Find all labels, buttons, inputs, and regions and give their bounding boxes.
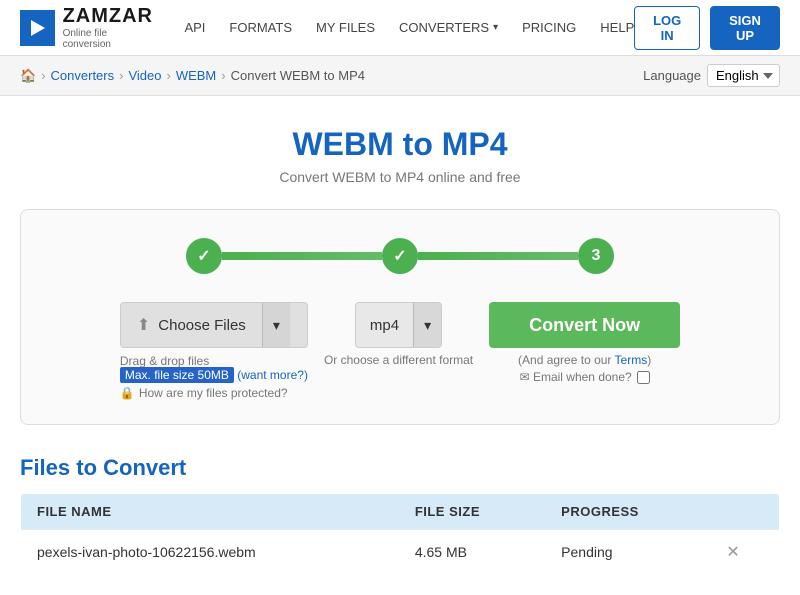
file-remove-cell[interactable]: ✕ bbox=[710, 530, 779, 575]
logo-text: ZAMZAR Online file conversion bbox=[63, 5, 155, 50]
convert-terms: (And agree to our Terms) bbox=[518, 353, 651, 367]
converters-dropdown-arrow: ▾ bbox=[493, 22, 498, 33]
nav-formats[interactable]: FORMATS bbox=[229, 20, 292, 35]
main-content: WEBM to MP4 Convert WEBM to MP4 online a… bbox=[0, 96, 800, 595]
header: ZAMZAR Online file conversion API FORMAT… bbox=[0, 0, 800, 56]
language-selector: Language English bbox=[643, 64, 780, 87]
breadcrumb-converters[interactable]: Converters bbox=[51, 68, 115, 83]
want-more-link[interactable]: (want more?) bbox=[237, 368, 308, 382]
logo-subtitle: Online file conversion bbox=[63, 28, 155, 50]
convert-now-button[interactable]: Convert Now bbox=[489, 302, 680, 348]
logo-brand: ZAMZAR bbox=[63, 5, 155, 28]
format-sub: Or choose a different format bbox=[324, 353, 473, 367]
nav: API FORMATS MY FILES CONVERTERS ▾ PRICIN… bbox=[184, 20, 634, 35]
terms-link[interactable]: Terms bbox=[615, 353, 648, 367]
lock-icon: 🔒 bbox=[120, 386, 135, 400]
page-subtitle: Convert WEBM to MP4 online and free bbox=[20, 169, 780, 185]
page-title: WEBM to MP4 bbox=[20, 126, 780, 163]
nav-myfiles[interactable]: MY FILES bbox=[316, 20, 375, 35]
breadcrumb-current: Convert WEBM to MP4 bbox=[231, 68, 365, 83]
col-filesize: FILE SIZE bbox=[399, 494, 545, 530]
choose-files-arrow-icon: ▾ bbox=[273, 317, 280, 334]
files-title-highlight: Convert bbox=[103, 455, 186, 480]
header-buttons: LOG IN SIGN UP bbox=[634, 6, 780, 50]
login-button[interactable]: LOG IN bbox=[634, 6, 700, 50]
format-value: mp4 bbox=[356, 317, 413, 334]
nav-help[interactable]: HELP bbox=[600, 20, 634, 35]
table-row: pexels-ivan-photo-10622156.webm 4.65 MB … bbox=[21, 530, 780, 575]
converter-box: ✓ ✓ 3 ⬆ Choose Files ▾ bbox=[20, 209, 780, 425]
breadcrumb-bar: 🏠 › Converters › Video › WEBM › Convert … bbox=[0, 56, 800, 96]
signup-button[interactable]: SIGN UP bbox=[710, 6, 780, 50]
col-filename: FILE NAME bbox=[21, 494, 399, 530]
breadcrumb-sep1: › bbox=[41, 68, 45, 83]
choose-files-main[interactable]: ⬆ Choose Files bbox=[121, 303, 262, 347]
breadcrumb-webm[interactable]: WEBM bbox=[176, 68, 216, 83]
format-dropdown-arrow[interactable]: ▾ bbox=[413, 303, 441, 347]
step-3: 3 bbox=[578, 238, 614, 274]
breadcrumb-sep3: › bbox=[166, 68, 170, 83]
file-size-cell: 4.65 MB bbox=[399, 530, 545, 575]
breadcrumb-sep2: › bbox=[119, 68, 123, 83]
col-actions bbox=[710, 494, 779, 530]
remove-file-button[interactable]: ✕ bbox=[726, 542, 739, 562]
email-checkbox[interactable] bbox=[637, 371, 650, 384]
nav-pricing[interactable]: PRICING bbox=[522, 20, 576, 35]
col-progress: PROGRESS bbox=[545, 494, 710, 530]
files-title-prefix: Files to bbox=[20, 455, 103, 480]
max-size-row: Max. file size 50MB (want more?) bbox=[120, 368, 308, 382]
max-size-badge: Max. file size 50MB bbox=[120, 367, 234, 383]
step-line-1 bbox=[222, 252, 382, 260]
logo: ZAMZAR Online file conversion bbox=[20, 5, 154, 50]
controls-row: ⬆ Choose Files ▾ Drag & drop files Max. … bbox=[51, 302, 749, 400]
breadcrumb-video[interactable]: Video bbox=[128, 68, 161, 83]
steps-row: ✓ ✓ 3 bbox=[51, 238, 749, 274]
convert-btn-area: Convert Now (And agree to our Terms) ✉ E… bbox=[489, 302, 680, 384]
format-arrow-icon: ▾ bbox=[424, 317, 431, 334]
drag-drop-label: Drag & drop files bbox=[120, 354, 308, 368]
logo-icon bbox=[20, 10, 55, 46]
protect-row: 🔒 How are my files protected? bbox=[120, 386, 308, 400]
breadcrumb-home[interactable]: 🏠 bbox=[20, 68, 36, 84]
files-section: Files to Convert FILE NAME FILE SIZE PRO… bbox=[20, 455, 780, 575]
nav-converters[interactable]: CONVERTERS ▾ bbox=[399, 20, 498, 35]
step-line-2 bbox=[418, 252, 578, 260]
protect-link[interactable]: How are my files protected? bbox=[139, 386, 288, 400]
step-2: ✓ bbox=[382, 238, 418, 274]
nav-api[interactable]: API bbox=[184, 20, 205, 35]
files-table-header: FILE NAME FILE SIZE PROGRESS bbox=[21, 494, 780, 530]
breadcrumb: 🏠 › Converters › Video › WEBM › Convert … bbox=[20, 68, 365, 84]
choose-info: Drag & drop files Max. file size 50MB (w… bbox=[120, 354, 308, 382]
upload-icon: ⬆ bbox=[137, 315, 150, 335]
file-name-cell: pexels-ivan-photo-10622156.webm bbox=[21, 530, 399, 575]
files-title: Files to Convert bbox=[20, 455, 780, 481]
choose-files-button[interactable]: ⬆ Choose Files ▾ bbox=[120, 302, 308, 348]
language-select[interactable]: English bbox=[707, 64, 780, 87]
format-select-area: mp4 ▾ Or choose a different format bbox=[324, 302, 473, 367]
files-table: FILE NAME FILE SIZE PROGRESS pexels-ivan… bbox=[20, 493, 780, 575]
email-row: ✉ Email when done? bbox=[520, 370, 650, 384]
choose-files-dropdown[interactable]: ▾ bbox=[262, 303, 290, 347]
choose-files-area: ⬆ Choose Files ▾ Drag & drop files Max. … bbox=[120, 302, 308, 400]
language-label: Language bbox=[643, 68, 701, 83]
choose-files-label: Choose Files bbox=[158, 317, 246, 334]
step-1: ✓ bbox=[186, 238, 222, 274]
format-dropdown[interactable]: mp4 ▾ bbox=[355, 302, 442, 348]
email-label: ✉ Email when done? bbox=[520, 370, 632, 384]
breadcrumb-sep4: › bbox=[221, 68, 225, 83]
file-progress-cell: Pending bbox=[545, 530, 710, 575]
